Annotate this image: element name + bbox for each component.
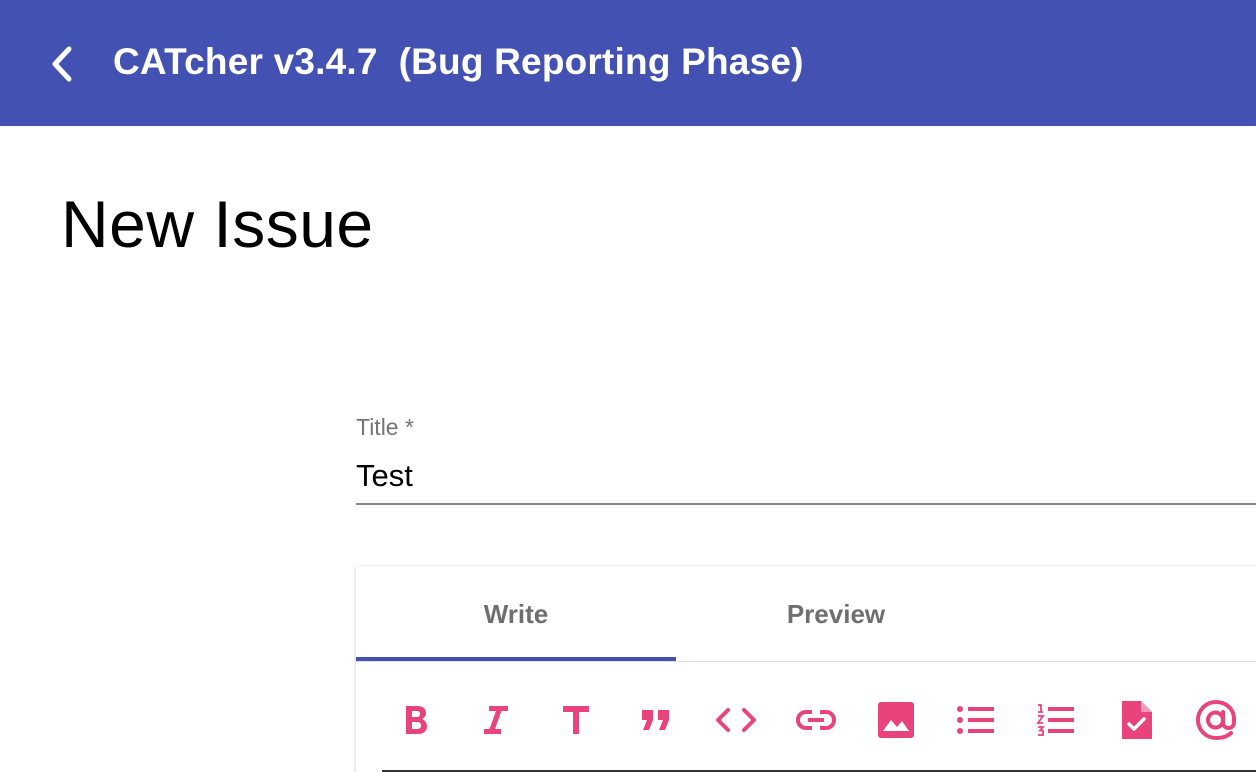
code-icon	[716, 708, 756, 732]
heading-button[interactable]	[552, 696, 600, 744]
link-icon	[795, 710, 837, 730]
tab-write[interactable]: Write	[356, 566, 676, 662]
editor-tabs: Write Preview	[356, 566, 1256, 662]
bold-icon	[406, 706, 427, 734]
bold-button[interactable]	[392, 696, 440, 744]
selected-tab-indicator	[356, 657, 676, 661]
bulleted-list-icon	[957, 706, 994, 734]
bulleted-list-button[interactable]	[952, 696, 1000, 744]
numbered-list-icon	[1036, 704, 1074, 736]
task-list-icon	[1122, 701, 1152, 739]
description-editor: Write Preview	[356, 566, 1256, 772]
image-icon	[878, 702, 914, 738]
heading-icon	[563, 706, 589, 734]
title-field[interactable]: Title *	[356, 412, 1256, 506]
tab-preview[interactable]: Preview	[676, 566, 996, 662]
mention-button[interactable]	[1192, 696, 1240, 744]
app-bar: CATcher v3.4.7 (Bug Reporting Phase)	[0, 0, 1256, 126]
code-button[interactable]	[712, 696, 760, 744]
image-button[interactable]	[872, 696, 920, 744]
title-field-label: Title *	[356, 414, 414, 440]
markdown-toolbar	[356, 662, 1256, 772]
back-button[interactable]	[38, 38, 86, 90]
page-title: New Issue	[61, 187, 374, 261]
quote-button[interactable]	[632, 696, 680, 744]
link-button[interactable]	[792, 696, 840, 744]
arrow-back-icon	[52, 46, 72, 82]
mention-icon	[1195, 699, 1236, 741]
app-title: CATcher v3.4.7 (Bug Reporting Phase)	[113, 41, 804, 82]
italic-icon	[484, 706, 508, 734]
italic-button[interactable]	[472, 696, 520, 744]
quote-icon	[642, 710, 669, 730]
title-field-underline	[356, 503, 1256, 505]
numbered-list-button[interactable]	[1032, 696, 1080, 744]
task-list-button[interactable]	[1112, 696, 1160, 744]
title-input[interactable]	[356, 456, 1256, 496]
